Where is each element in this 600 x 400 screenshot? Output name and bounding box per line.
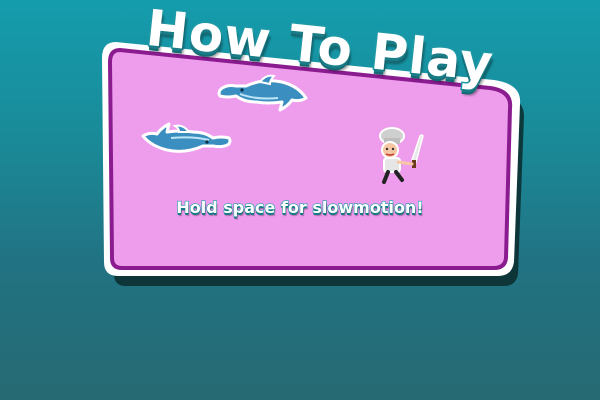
how-to-play-screen: How To Play Hold space for slowmotion! — [0, 0, 600, 400]
chef-character-icon — [379, 127, 424, 184]
dolphin-icon — [217, 74, 308, 112]
dolphin-icon — [141, 122, 232, 153]
instruction-text: Hold space for slowmotion! — [176, 197, 424, 217]
